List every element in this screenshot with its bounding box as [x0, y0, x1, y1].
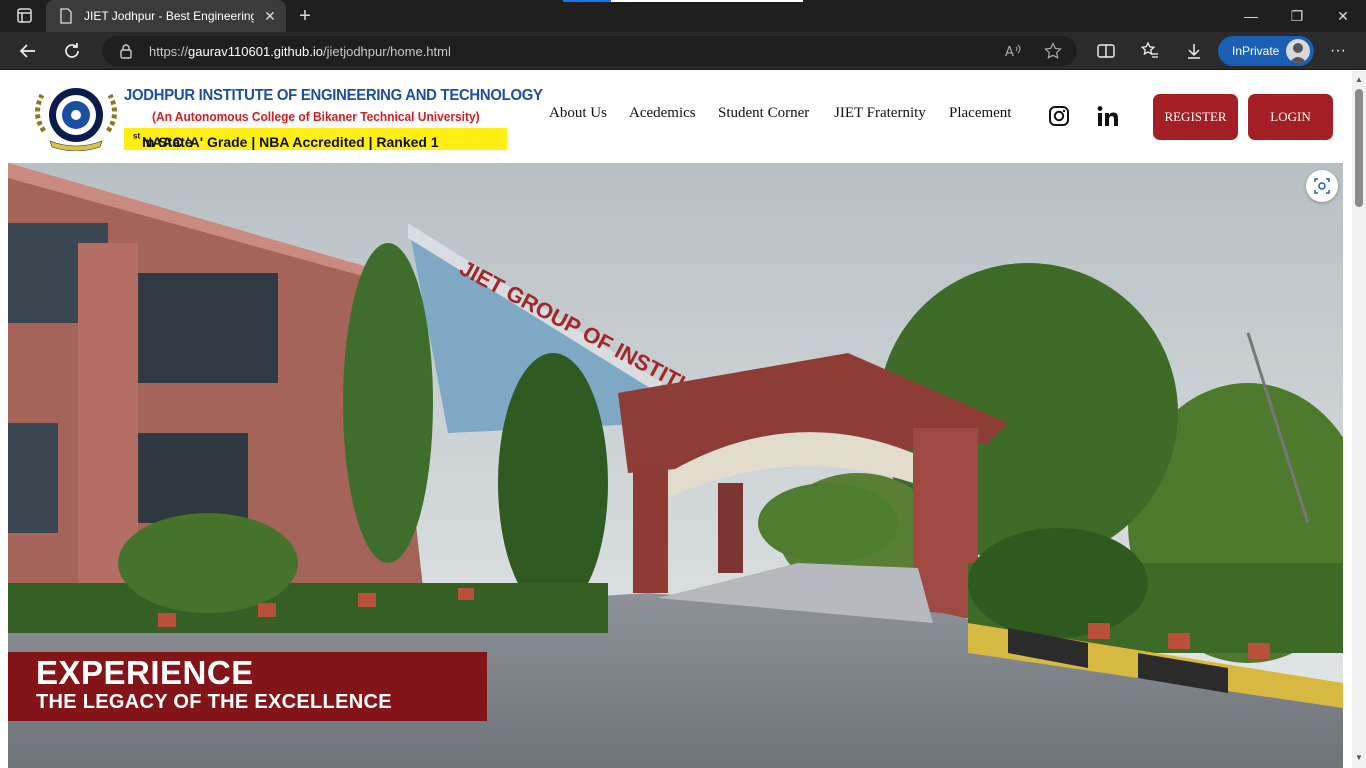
- college-logo[interactable]: [30, 85, 122, 152]
- profile-avatar: [1286, 39, 1310, 63]
- lock-icon[interactable]: [118, 43, 134, 59]
- maximize-icon[interactable]: ❐: [1274, 0, 1320, 32]
- nav-about-us[interactable]: About Us: [549, 105, 607, 122]
- hero-campus-image: JIET GROUP OF INSTITUTIONS EXPERIENCE TH…: [8, 163, 1343, 768]
- loading-indicator: [563, 0, 803, 2]
- scroll-down-arrow[interactable]: ▼: [1355, 753, 1363, 762]
- accreditation-text: NAAC 'A' Grade | NBA Accredited | Ranked…: [133, 131, 439, 150]
- browser-tab[interactable]: JIET Jodhpur - Best Engineering ( ✕: [46, 0, 286, 32]
- downloads-icon[interactable]: [1184, 41, 1204, 61]
- login-button[interactable]: LOGIN: [1248, 94, 1333, 140]
- visual-search-icon[interactable]: [1306, 170, 1338, 202]
- split-screen-icon[interactable]: [1096, 41, 1116, 61]
- page-scrollbar[interactable]: ▲ ▼: [1352, 71, 1366, 768]
- browser-tab-bar: JIET Jodhpur - Best Engineering ( ✕ + — …: [0, 0, 1366, 32]
- more-options-icon[interactable]: ···: [1328, 41, 1348, 61]
- favorite-star-icon[interactable]: [1044, 42, 1062, 60]
- accreditation-strip: NAAC 'A' Grade | NBA Accredited | Ranked…: [124, 128, 507, 150]
- address-toolbar: https://gaurav110601.github.io/jietjodhp…: [0, 32, 1366, 70]
- close-tab-icon[interactable]: ✕: [262, 8, 278, 24]
- college-affiliation: (An Autonomous College of Bikaner Techni…: [152, 109, 480, 124]
- instagram-icon[interactable]: [1048, 105, 1070, 127]
- new-tab-icon[interactable]: +: [295, 6, 315, 26]
- college-name: JODHPUR INSTITUTE OF ENGINEERING AND TEC…: [124, 87, 543, 104]
- web-page: JODHPUR INSTITUTE OF ENGINEERING AND TEC…: [0, 71, 1352, 768]
- url-host: gaurav110601.github.io: [188, 44, 323, 59]
- scroll-up-arrow[interactable]: ▲: [1355, 75, 1363, 84]
- page-icon: [58, 8, 74, 24]
- favorites-icon[interactable]: [1140, 41, 1160, 61]
- linkedin-icon[interactable]: [1097, 105, 1119, 127]
- inprivate-label: InPrivate: [1232, 44, 1280, 58]
- address-bar[interactable]: https://gaurav110601.github.io/jietjodhp…: [102, 36, 1077, 66]
- nav-placement[interactable]: Placement: [949, 105, 1011, 122]
- back-icon[interactable]: [17, 40, 39, 62]
- hero-subheading: THE LEGACY OF THE EXCELLENCE: [36, 691, 392, 713]
- nav-student-corner[interactable]: Student Corner: [718, 105, 809, 122]
- tab-actions-icon[interactable]: [10, 7, 38, 25]
- register-button[interactable]: REGISTER: [1153, 94, 1238, 140]
- url-scheme: https://: [149, 44, 189, 59]
- inprivate-button[interactable]: InPrivate: [1218, 36, 1314, 66]
- url-path: /jietjodhpur/home.html: [322, 44, 451, 59]
- nav-academics[interactable]: Acedemics: [629, 105, 696, 122]
- hero-heading: EXPERIENCE: [36, 654, 254, 691]
- url-text[interactable]: https://gaurav110601.github.io/jietjodhp…: [149, 44, 451, 59]
- minimize-icon[interactable]: —: [1228, 0, 1274, 32]
- close-window-icon[interactable]: ✕: [1320, 0, 1366, 32]
- tab-title: JIET Jodhpur - Best Engineering (: [84, 9, 254, 23]
- hero-banner: EXPERIENCE THE LEGACY OF THE EXCELLENCE: [8, 652, 487, 721]
- refresh-icon[interactable]: [61, 40, 83, 62]
- nav-jiet-fraternity[interactable]: JIET Fraternity: [834, 105, 926, 122]
- scrollbar-thumb[interactable]: [1355, 89, 1363, 207]
- svg-text:A: A: [1005, 45, 1014, 60]
- read-aloud-icon[interactable]: A: [1004, 42, 1022, 60]
